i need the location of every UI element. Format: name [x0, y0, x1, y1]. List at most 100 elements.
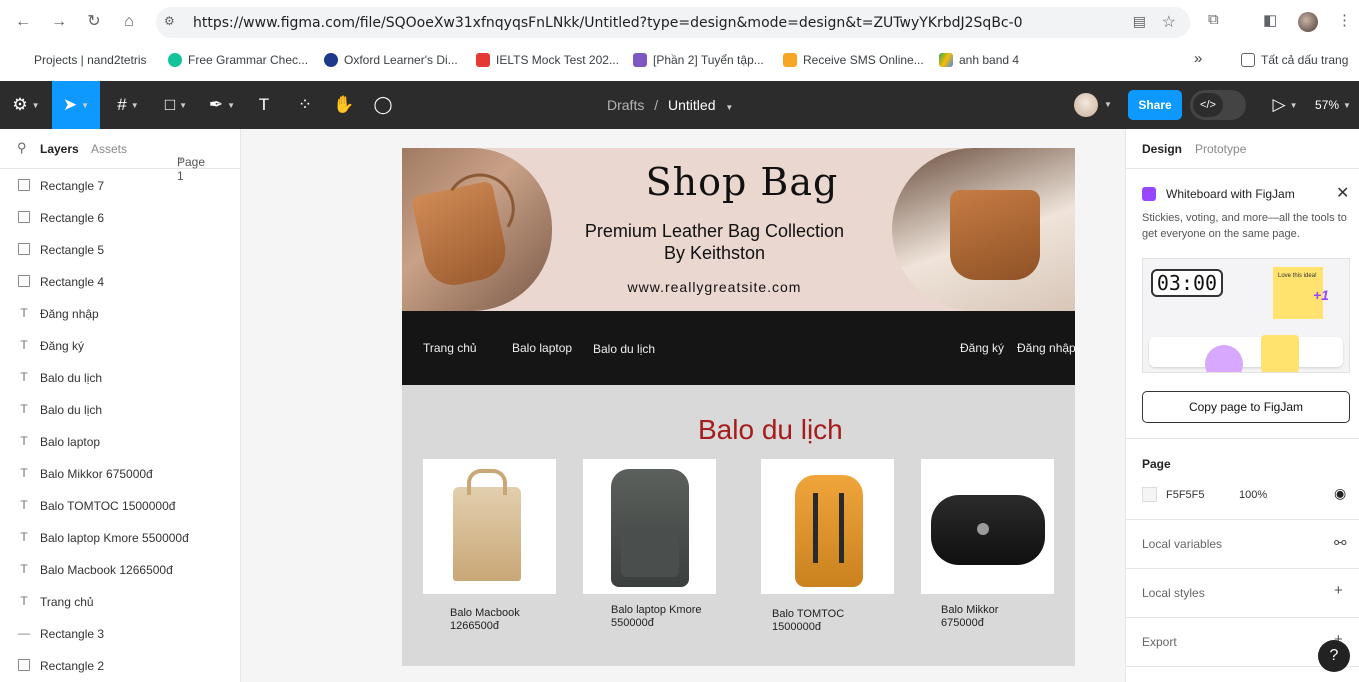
- present-button[interactable]: ▷ ▼: [1265, 81, 1305, 129]
- nav-balo-du-lich[interactable]: Balo du lịch: [593, 342, 655, 356]
- bookmark-item[interactable]: Free Grammar Chec...: [168, 53, 308, 67]
- local-variables-label[interactable]: Local variables: [1142, 537, 1222, 551]
- variables-icon[interactable]: ⚯: [1334, 534, 1347, 552]
- zoom-value: 57%: [1315, 98, 1340, 112]
- layer-row[interactable]: Rectangle 2: [0, 650, 240, 682]
- extensions-icon[interactable]: ⧉: [1208, 11, 1219, 28]
- page-opacity-value[interactable]: 100%: [1239, 489, 1267, 501]
- product-label[interactable]: Balo TOMTOC 1500000đ: [772, 608, 844, 634]
- layer-row[interactable]: T Balo laptop: [0, 426, 240, 458]
- text-layer-icon: T: [20, 466, 28, 480]
- resources-button[interactable]: ⁘: [291, 81, 319, 129]
- user-avatar[interactable]: [1074, 93, 1098, 117]
- layer-row[interactable]: T Balo du lịch: [0, 362, 240, 394]
- tab-assets[interactable]: Assets: [91, 142, 127, 156]
- layer-row[interactable]: T Balo TOMTOC 1500000đ: [0, 490, 240, 522]
- side-panel-icon[interactable]: ◧: [1263, 11, 1277, 29]
- layer-name: Balo laptop Kmore 550000đ: [40, 531, 189, 545]
- address-bar[interactable]: ⚙ https://www.figma.com/file/SQOoeXw31xf…: [156, 7, 1190, 38]
- frame-tool-button[interactable]: # ▼: [108, 81, 148, 129]
- canvas[interactable]: Shop Bag Premium Leather Bag Collection …: [241, 129, 1125, 682]
- product-label[interactable]: Balo Mikkor 675000đ: [941, 604, 998, 630]
- tab-prototype[interactable]: Prototype: [1195, 142, 1246, 156]
- bookmark-item[interactable]: Receive SMS Online...: [783, 53, 924, 67]
- help-button[interactable]: ?: [1318, 640, 1350, 672]
- bookmark-item[interactable]: anh band 4: [939, 53, 1019, 67]
- site-settings-icon[interactable]: ⚙: [164, 14, 180, 30]
- layer-row[interactable]: T Đăng nhập: [0, 298, 240, 330]
- layer-row[interactable]: Rectangle 4: [0, 266, 240, 298]
- all-bookmarks-folder[interactable]: Tất cả dấu trang: [1241, 53, 1348, 67]
- page-color-value[interactable]: F5F5F5: [1166, 489, 1205, 501]
- layer-name: Rectangle 3: [40, 627, 105, 641]
- bookmark-item[interactable]: [Phần 2] Tuyển tập...: [633, 53, 764, 67]
- page-color-swatch[interactable]: [1142, 487, 1157, 502]
- move-tool-button[interactable]: ➤ ▼: [52, 81, 100, 129]
- clipboard-icon[interactable]: ▤: [1133, 13, 1146, 30]
- main-menu-button[interactable]: ⚙ ▼: [0, 81, 52, 129]
- chevron-down-icon[interactable]: ▼: [725, 103, 733, 112]
- file-name[interactable]: Untitled: [668, 97, 715, 113]
- chevron-down-icon[interactable]: ▼: [1104, 100, 1112, 109]
- layer-row[interactable]: — Rectangle 3: [0, 618, 240, 650]
- hand-tool-button[interactable]: ✋: [330, 81, 358, 129]
- layer-row[interactable]: T Balo Macbook 1266500đ: [0, 554, 240, 586]
- more-bookmarks-icon[interactable]: »: [1194, 50, 1202, 67]
- layer-row[interactable]: Rectangle 6: [0, 202, 240, 234]
- nav-trang-chu[interactable]: Trang chủ: [423, 341, 477, 355]
- leather-bag-image: [950, 190, 1040, 280]
- reload-icon[interactable]: ↻: [83, 11, 105, 33]
- layer-row[interactable]: T Balo du lịch: [0, 394, 240, 426]
- breadcrumb-drafts[interactable]: Drafts: [607, 97, 644, 113]
- layer-row[interactable]: Rectangle 5: [0, 234, 240, 266]
- tab-design[interactable]: Design: [1142, 142, 1182, 156]
- tab-layers[interactable]: Layers: [40, 142, 79, 156]
- local-styles-label[interactable]: Local styles: [1142, 586, 1205, 600]
- yellow-shape-illustration: [1261, 335, 1299, 372]
- search-icon[interactable]: ⚲: [17, 140, 27, 156]
- bookmark-item[interactable]: Projects | nand2tetris: [34, 53, 147, 67]
- design-frame[interactable]: Shop Bag Premium Leather Bag Collection …: [402, 148, 1076, 666]
- shape-tool-button[interactable]: □ ▼: [156, 81, 196, 129]
- bookmark-item[interactable]: IELTS Mock Test 202...: [476, 53, 619, 67]
- comment-tool-button[interactable]: ◯: [369, 81, 397, 129]
- hero-banner[interactable]: Shop Bag Premium Leather Bag Collection …: [402, 148, 1075, 311]
- copy-to-figjam-button[interactable]: Copy page to FigJam: [1142, 391, 1350, 423]
- layer-row[interactable]: T Balo laptop Kmore 550000đ: [0, 522, 240, 554]
- product-image[interactable]: [761, 459, 894, 594]
- properties-panel: Design Prototype Whiteboard with FigJam …: [1125, 129, 1359, 682]
- forward-icon[interactable]: →: [48, 11, 70, 33]
- export-label[interactable]: Export: [1142, 635, 1177, 649]
- layer-row[interactable]: T Trang chủ: [0, 586, 240, 618]
- profile-avatar[interactable]: [1298, 12, 1318, 32]
- product-image[interactable]: [583, 459, 716, 594]
- nav-dang-ky[interactable]: Đăng ký: [960, 341, 1004, 355]
- close-icon[interactable]: ✕: [1336, 183, 1349, 203]
- bookmark-item[interactable]: Oxford Learner's Di...: [324, 53, 458, 67]
- share-button[interactable]: Share: [1128, 90, 1182, 120]
- eye-icon[interactable]: ◉: [1334, 485, 1346, 502]
- product-image[interactable]: [921, 459, 1054, 594]
- layer-row[interactable]: T Đăng ký: [0, 330, 240, 362]
- url-text[interactable]: https://www.figma.com/file/SQOoeXw31xfnq…: [193, 15, 1023, 31]
- zoom-dropdown[interactable]: 57% ▼: [1311, 81, 1355, 129]
- product-label[interactable]: Balo laptop Kmore 550000đ: [611, 604, 702, 630]
- plus-icon[interactable]: +: [1334, 582, 1343, 599]
- dev-mode-toggle[interactable]: </>: [1190, 90, 1246, 120]
- back-icon[interactable]: ←: [12, 11, 34, 33]
- layer-row[interactable]: Rectangle 7: [0, 170, 240, 202]
- text-tool-button[interactable]: T: [250, 81, 278, 129]
- ielts-icon: [476, 53, 490, 67]
- layer-row[interactable]: T Balo Mikkor 675000đ: [0, 458, 240, 490]
- product-label[interactable]: Balo Macbook 1266500đ: [450, 607, 520, 633]
- nav-balo-laptop[interactable]: Balo laptop: [512, 341, 572, 355]
- bookmark-star-icon[interactable]: ☆: [1162, 12, 1176, 32]
- nav-dang-nhap[interactable]: Đăng nhập: [1017, 341, 1076, 355]
- rectangle-icon: □: [164, 95, 176, 114]
- home-icon[interactable]: ⌂: [118, 11, 140, 33]
- product-image[interactable]: [423, 459, 556, 594]
- menu-icon[interactable]: ⋮: [1337, 11, 1352, 29]
- layer-name: Rectangle 2: [40, 659, 105, 673]
- pen-tool-button[interactable]: ✒ ▼: [202, 81, 242, 129]
- layer-name: Balo du lịch: [40, 371, 103, 385]
